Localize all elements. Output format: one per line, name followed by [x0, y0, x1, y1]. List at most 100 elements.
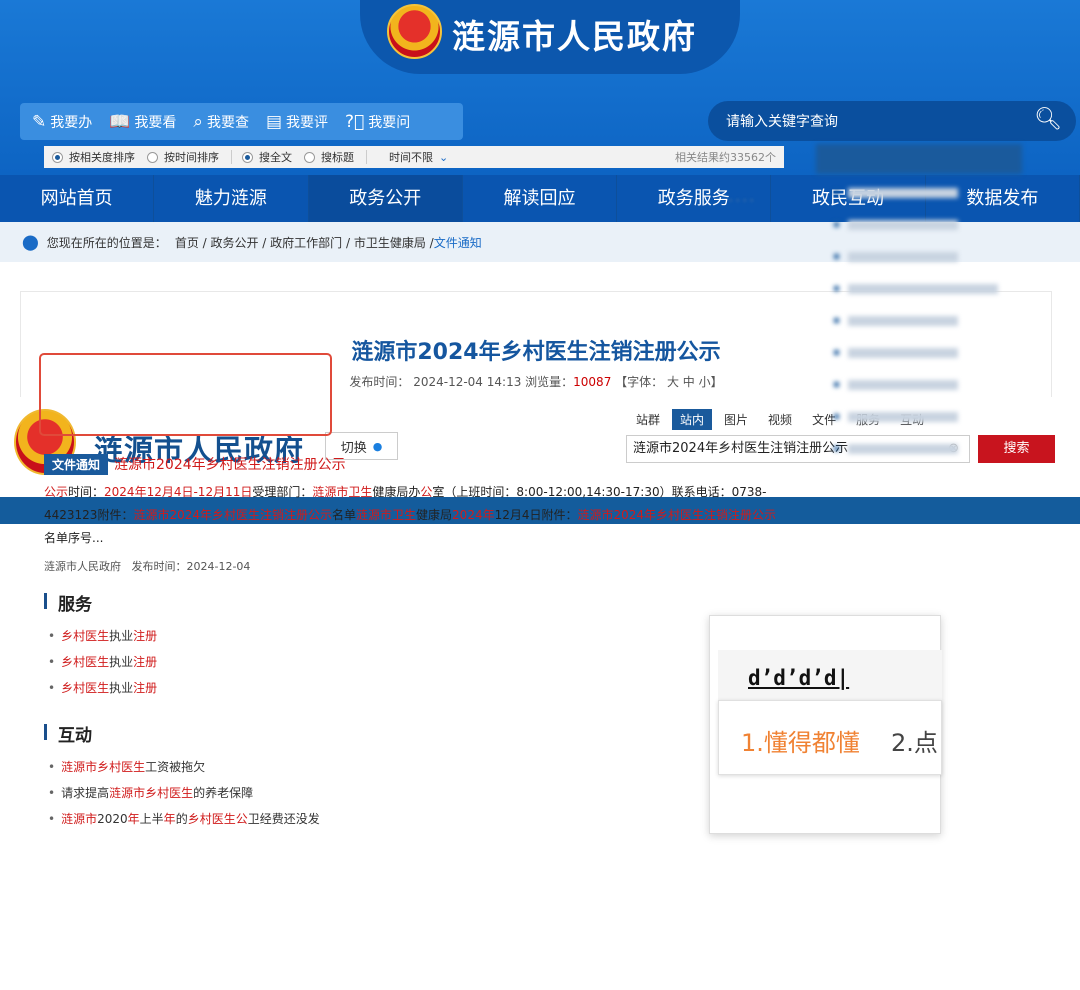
radio-unchecked-icon: [147, 151, 158, 163]
snippet-text: 涟源市2024年乡村医生注销注册公示: [133, 508, 332, 522]
bullet: •: [48, 629, 56, 643]
quick-link-query[interactable]: ⌕ 我要查: [193, 112, 249, 132]
sidebar-item[interactable]: [848, 412, 958, 422]
document-source: 涟源市人民政府: [44, 560, 121, 573]
highlight-box: [39, 353, 332, 436]
document-title-link[interactable]: 涟源市2024年乡村医生注销注册公示: [114, 457, 346, 473]
tab-images[interactable]: 图片: [716, 409, 756, 430]
snippet-text: 名单: [332, 508, 357, 522]
quick-link-label: 我要问: [368, 114, 411, 131]
ime-candidate-popup: d’d’d’d| 1.懂得都懂 2.点: [709, 615, 942, 834]
nav-item-gov-open[interactable]: 政务公开: [308, 175, 463, 222]
bullet: •: [48, 681, 56, 695]
site-title: 涟源市人民政府: [452, 17, 697, 56]
document-date-label: 发布时间：: [131, 560, 187, 573]
document-date: 2024-12-04: [186, 560, 251, 573]
ime-candidate-2[interactable]: 2.点: [891, 723, 938, 758]
time-range-label: 时间不限: [389, 151, 433, 164]
quick-link-label: 我要查: [206, 114, 249, 131]
divider: [366, 150, 367, 164]
result-text: 涟源市乡村医生: [61, 760, 146, 774]
search-icon: ⌕: [193, 111, 203, 132]
ime-composition-text: d’d’d’d|: [748, 666, 850, 690]
result-text: 乡村医生: [61, 681, 110, 695]
tab-station-group[interactable]: 站群: [628, 409, 668, 430]
result-text: 涟源市: [61, 812, 98, 826]
list-item[interactable]: • 乡村医生执业注册: [48, 653, 157, 670]
result-text: 注册: [133, 629, 158, 643]
sidebar-item[interactable]: [848, 316, 958, 326]
snippet-text: 2024年: [452, 508, 495, 522]
breadcrumb-current[interactable]: 文件通知: [434, 234, 482, 251]
sidebar-item[interactable]: [848, 348, 958, 358]
edit-icon: ✎: [32, 111, 47, 132]
sort-relevance-option[interactable]: 按相关度排序: [52, 149, 135, 165]
site-search-input[interactable]: 请输入关键字查询 🔍︎: [708, 101, 1076, 141]
font-size-control[interactable]: 【字体： 大 中 小】: [611, 375, 722, 389]
list-item[interactable]: • 涟源市2020年上半年的乡村医生公卫经费还没发: [48, 810, 320, 827]
result-text: 上半: [139, 812, 164, 826]
sidebar-bullet: [834, 446, 839, 451]
list-item[interactable]: • 乡村医生执业注册: [48, 679, 157, 696]
sidebar-bullet: [834, 382, 839, 387]
radio-unchecked-icon: [304, 151, 315, 163]
snippet-text: 受理部门：: [252, 485, 313, 499]
option-label: 按相关度排序: [69, 151, 135, 164]
bullet: •: [48, 786, 56, 800]
result-text: 工资被拖欠: [145, 760, 206, 774]
nav-item-charm[interactable]: 魅力涟源: [154, 175, 309, 222]
sort-time-option[interactable]: 按时间排序: [147, 149, 219, 165]
location-pin-icon: ●: [372, 439, 383, 453]
switch-label: 切换: [340, 440, 367, 456]
result-text: 执业: [109, 681, 134, 695]
sidebar-bullet: [834, 286, 839, 291]
result-text: 乡村医生: [61, 629, 110, 643]
sidebar-item[interactable]: [848, 284, 998, 294]
sidebar-item[interactable]: [848, 220, 958, 230]
tab-videos[interactable]: 视频: [760, 409, 800, 430]
search-title-option[interactable]: 搜标题: [304, 149, 354, 165]
ime-candidate-list: 1.懂得都懂 2.点: [718, 700, 942, 775]
list-item[interactable]: • 请求提高涟源市乡村医生的养老保障: [48, 784, 253, 801]
list-item[interactable]: • 乡村医生执业注册: [48, 627, 157, 644]
quick-link-label: 我要办: [50, 114, 93, 131]
ime-candidate-1[interactable]: 1.懂得都懂: [741, 723, 860, 758]
snippet-text: 公: [420, 485, 433, 499]
sidebar-item[interactable]: [848, 444, 958, 454]
sidebar-header: [816, 144, 1022, 174]
result-text: 卫经费还没发: [247, 812, 320, 826]
sidebar-item[interactable]: [848, 252, 958, 262]
document-result-header: 文件通知 涟源市2024年乡村医生注销注册公示: [44, 454, 784, 475]
quick-link-label: 我要看: [134, 114, 177, 131]
quick-link-review[interactable]: ▤ 我要评: [266, 112, 328, 132]
quick-link-view[interactable]: 📖 我要看: [109, 112, 176, 132]
snippet-text: 健康局: [416, 508, 453, 522]
section-title-service: 服务: [44, 590, 92, 615]
breadcrumb-trail[interactable]: 首页 / 政务公开 / 政府工作部门 / 市卫生健康局 /: [175, 234, 434, 251]
result-text: 注册: [133, 681, 158, 695]
result-text: 注册: [133, 655, 158, 669]
sidebar-item[interactable]: [848, 188, 958, 198]
book-icon: 📖: [109, 111, 131, 132]
result-text: 的: [175, 812, 188, 826]
search-icon[interactable]: 🔍︎: [1034, 107, 1062, 132]
tab-in-site[interactable]: 站内: [672, 409, 713, 430]
document-footer: 涟源市人民政府 发布时间：2024-12-04: [44, 558, 784, 574]
question-icon: ?⃝: [345, 111, 365, 132]
snippet-text: 健康局办: [372, 485, 421, 499]
time-range-dropdown[interactable]: 时间不限 ⌄: [389, 149, 448, 165]
sidebar-item[interactable]: [848, 380, 958, 390]
snippet-text: 涟源市2024年乡村医生注销注册公示: [577, 508, 777, 522]
search-fulltext-option[interactable]: 搜全文: [242, 149, 292, 165]
list-item[interactable]: • 涟源市乡村医生工资被拖欠: [48, 758, 205, 775]
comment-icon: ▤: [265, 111, 283, 132]
quick-link-handle[interactable]: ✎ 我要办: [32, 112, 92, 132]
bullet: •: [48, 655, 56, 669]
quick-link-ask[interactable]: ?⃝ 我要问: [345, 112, 410, 132]
breadcrumb-prefix: 您现在所在的位置是：: [46, 235, 167, 250]
nav-item-interpret[interactable]: 解读回应: [463, 175, 618, 222]
sidebar-bullet: [834, 190, 839, 195]
sidebar-bullet: [834, 350, 839, 355]
nav-item-home[interactable]: 网站首页: [0, 175, 155, 222]
more-link[interactable]: · · · ·: [729, 194, 753, 207]
